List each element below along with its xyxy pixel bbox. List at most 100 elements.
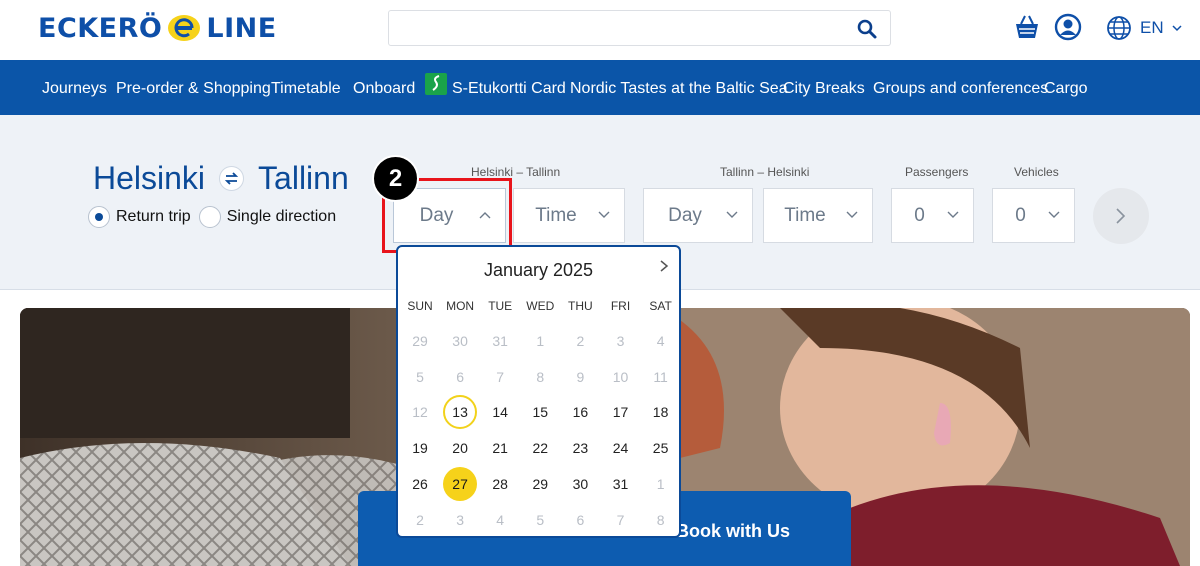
chevron-down-icon	[598, 211, 610, 218]
calendar-day[interactable]: 31	[604, 467, 638, 501]
calendar-day: 2	[576, 333, 585, 349]
calendar-day: 1	[656, 475, 665, 492]
calendar-day: 11	[653, 368, 668, 385]
calendar-day: 6	[456, 368, 464, 385]
calendar-day: 3	[616, 333, 625, 349]
nav-item-timetable[interactable]: Timetable	[271, 80, 341, 98]
return-day-select[interactable]: Day	[643, 188, 753, 243]
search-input[interactable]	[388, 10, 891, 46]
chevron-down-icon	[1048, 211, 1060, 218]
swap-direction-button[interactable]	[219, 166, 245, 191]
logo-text-right: LINE	[206, 12, 277, 44]
logo-mark-icon	[168, 15, 201, 41]
calendar-day[interactable]: 14	[483, 395, 517, 429]
weekday-header: SAT	[649, 299, 672, 313]
calendar-day[interactable]: 30	[563, 467, 597, 501]
eckero-line-logo[interactable]: ECKERÖ LINE	[38, 9, 277, 47]
calendar-day[interactable]: 13	[443, 395, 478, 430]
step-marker: 2	[372, 155, 419, 202]
calendar-day: 10	[612, 368, 629, 385]
calendar-day: 8	[656, 511, 665, 528]
calendar-day: 4	[496, 511, 505, 528]
calendar-day[interactable]: 26	[403, 467, 437, 501]
next-month-icon[interactable]	[657, 259, 671, 273]
weekday-header: TUE	[488, 299, 513, 313]
globe-icon	[1107, 16, 1131, 40]
language-code: EN	[1140, 18, 1164, 37]
route-origin[interactable]: Helsinki	[93, 160, 205, 197]
nav-item-journeys[interactable]: Journeys	[42, 80, 107, 98]
passengers-label: Passengers	[905, 165, 969, 179]
calendar-day: 31	[492, 333, 508, 349]
return-trip-radio[interactable]	[88, 206, 110, 228]
vehicles-label: Vehicles	[1014, 165, 1059, 179]
trip-type-group: Return trip Single direction	[88, 206, 336, 228]
passengers-select[interactable]: 0	[891, 188, 974, 243]
continue-button[interactable]	[1093, 188, 1149, 244]
nav-item-onboard[interactable]: Onboard	[353, 80, 415, 98]
calendar-month-title: January 2025	[483, 260, 594, 280]
search-icon[interactable]	[856, 18, 878, 40]
calendar-day: 5	[416, 368, 424, 385]
outbound-label: Helsinki – Tallinn	[471, 165, 561, 179]
nav-item-nordic-tastes[interactable]: Nordic Tastes at the Baltic Sea	[570, 80, 788, 98]
logo-text-left: ECKERÖ	[38, 12, 163, 44]
outbound-time-select[interactable]: Time	[513, 188, 625, 243]
weekday-header: MON	[446, 299, 475, 313]
route-destination[interactable]: Tallinn	[258, 160, 349, 197]
chevron-right-icon	[1116, 208, 1126, 224]
single-direction-label[interactable]: Single direction	[227, 208, 336, 226]
nav-item-groups[interactable]: Groups and conferences	[873, 80, 1048, 98]
calendar-day: 7	[496, 368, 505, 385]
calendar-day: 2	[416, 511, 424, 528]
nav-item-cargo[interactable]: Cargo	[1044, 80, 1088, 98]
calendar-day: 3	[456, 511, 464, 528]
calendar-day: 9	[576, 368, 585, 385]
calendar-day: 4	[656, 333, 665, 349]
calendar-day: 29	[412, 333, 428, 349]
return-label: Tallinn – Helsinki	[720, 165, 810, 179]
calendar-day[interactable]: 19	[403, 431, 437, 465]
single-direction-radio[interactable]	[198, 206, 221, 228]
chevron-down-icon	[726, 211, 738, 218]
nav-item-city-breaks[interactable]: City Breaks	[783, 80, 865, 98]
calendar-day[interactable]: 25	[644, 431, 678, 465]
calendar-day: 5	[536, 511, 545, 528]
vehicles-value: 0	[1015, 204, 1026, 226]
calendar-day[interactable]: 27	[443, 466, 478, 501]
calendar-day[interactable]: 29	[523, 467, 557, 501]
calendar-day[interactable]: 24	[604, 431, 638, 465]
vehicles-select[interactable]: 0	[992, 188, 1075, 243]
calendar-day: 30	[452, 333, 468, 349]
nav-item-pre-order[interactable]: Pre-order & Shopping	[116, 80, 271, 98]
calendar-day: 6	[576, 511, 585, 528]
calendar-day[interactable]: 18	[644, 395, 678, 429]
passengers-value: 0	[914, 204, 925, 226]
calendar-day: 1	[536, 333, 545, 349]
chevron-down-icon	[1172, 24, 1182, 31]
calendar-day: 8	[536, 368, 545, 385]
user-account-icon[interactable]	[1054, 13, 1082, 41]
language-selector[interactable]: EN	[1106, 15, 1182, 41]
calendar-day[interactable]: 17	[604, 395, 638, 429]
date-picker-calendar: January 2025 SUN MON TUE WED THU FRI SAT 29 30 31…	[396, 245, 681, 538]
basket-icon[interactable]	[1013, 13, 1041, 41]
chevron-down-icon	[846, 211, 858, 218]
weekday-header: THU	[568, 299, 593, 313]
nav-item-s-etukortti[interactable]: S-Etukortti Card	[452, 80, 566, 98]
calendar-day[interactable]: 16	[563, 395, 597, 429]
book-with-us-label[interactable]: Book with Us	[676, 521, 790, 542]
s-etukortti-card-icon	[425, 73, 447, 95]
return-trip-label[interactable]: Return trip	[116, 208, 191, 226]
calendar-day[interactable]: 20	[443, 431, 477, 465]
calendar-day[interactable]: 28	[483, 467, 517, 501]
weekday-header: SUN	[407, 299, 433, 313]
route-selector[interactable]: Helsinki Tallinn	[93, 160, 349, 197]
weekday-header: FRI	[610, 299, 631, 313]
calendar-day[interactable]: 15	[523, 395, 557, 429]
chevron-down-icon	[947, 211, 959, 218]
calendar-day[interactable]: 23	[563, 431, 597, 465]
calendar-day[interactable]: 22	[523, 431, 557, 465]
return-time-select[interactable]: Time	[763, 188, 873, 243]
calendar-day[interactable]: 21	[483, 431, 517, 465]
